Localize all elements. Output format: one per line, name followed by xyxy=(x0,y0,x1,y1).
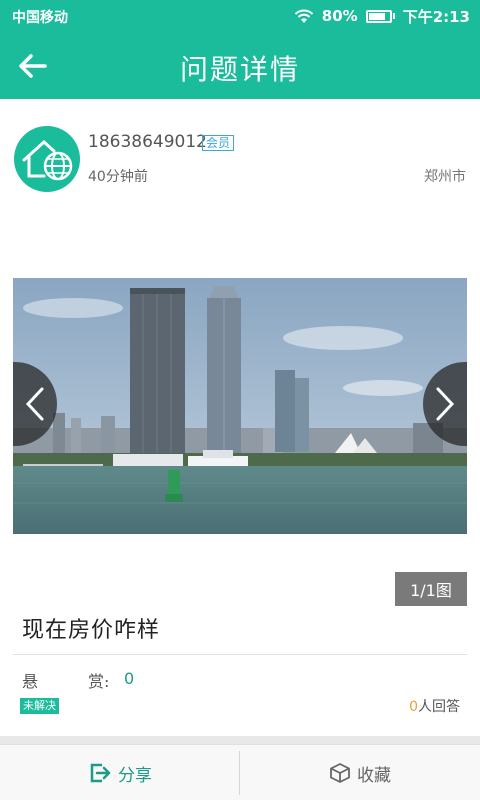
status-bar: 中国移动 80% 下午2:13 xyxy=(0,0,480,32)
favorite-label: 收藏 xyxy=(357,765,391,786)
battery-percent: 80% xyxy=(321,7,358,25)
reward-label: 悬 xyxy=(22,672,39,691)
city-skyline-photo xyxy=(13,278,467,534)
chevron-left-icon xyxy=(25,387,44,421)
reward-value: 0 xyxy=(124,669,135,688)
wifi-icon xyxy=(294,9,313,23)
share-button[interactable]: 分享 xyxy=(0,745,240,800)
answer-count-number: 0 xyxy=(409,699,418,715)
clock: 下午2:13 xyxy=(402,7,470,26)
battery-icon xyxy=(365,9,395,23)
answer-count-suffix: 人回答 xyxy=(418,699,460,715)
divider xyxy=(13,654,467,655)
favorite-button[interactable]: 收藏 xyxy=(240,745,480,800)
header: 问题详情 xyxy=(0,32,480,99)
bottom-action-bar: 分享 收藏 xyxy=(0,744,480,800)
post-time: 40分钟前 xyxy=(88,169,148,185)
box-icon xyxy=(330,763,350,783)
username[interactable]: 18638649012 xyxy=(88,132,207,152)
post-city: 郑州市 xyxy=(424,169,466,185)
reward-label-colon: 赏: xyxy=(88,672,110,691)
status-badge: 未解决 xyxy=(20,698,59,714)
question-title: 现在房价咋样 xyxy=(22,618,161,643)
status-right: 80% 下午2:13 xyxy=(294,6,470,26)
avatar[interactable] xyxy=(14,126,80,192)
carrier-name: 中国移动 xyxy=(12,10,68,26)
chevron-right-icon xyxy=(436,387,455,421)
house-globe-icon xyxy=(22,139,73,181)
share-label: 分享 xyxy=(118,765,152,786)
image-carousel[interactable] xyxy=(13,278,467,534)
answer-count: 0人回答 xyxy=(409,696,460,716)
page-title: 问题详情 xyxy=(179,53,300,86)
share-icon xyxy=(90,763,111,783)
member-badge: 会员 xyxy=(202,135,235,151)
image-counter: 1/1图 xyxy=(395,572,467,606)
section-separator xyxy=(0,736,480,744)
